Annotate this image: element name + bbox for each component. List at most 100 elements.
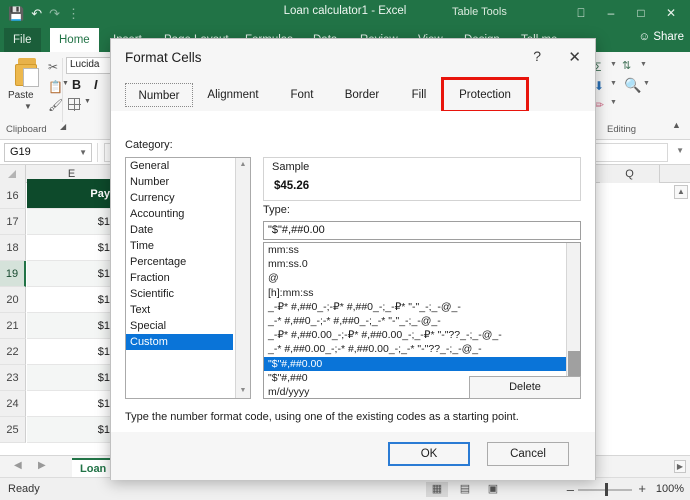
share-button[interactable]: ☺ Share [638, 31, 684, 43]
minimize-icon[interactable]: – [596, 3, 626, 23]
row-header-19[interactable]: 19 [0, 261, 26, 287]
zoom-out-button[interactable]: – [567, 482, 574, 497]
find-select-icon[interactable]: 🔍 [624, 77, 641, 94]
close-icon[interactable]: ✕ [656, 3, 686, 23]
cut-icon[interactable]: ✂ [48, 60, 58, 74]
ok-button[interactable]: OK [388, 442, 470, 466]
sort-filter-icon[interactable]: ⇅ [622, 59, 631, 72]
next-sheet-icon[interactable]: ▶ [38, 460, 46, 471]
bold-button[interactable]: B [72, 78, 81, 92]
name-box[interactable]: G19 ▼ [4, 143, 92, 162]
category-item-general[interactable]: General [126, 158, 250, 174]
type-item-1[interactable]: mm:ss.0 [264, 257, 580, 271]
zoom-in-button[interactable]: + [638, 481, 646, 496]
close-icon[interactable]: ✕ [568, 48, 581, 66]
cell-e22[interactable]: $1 [27, 339, 117, 365]
category-item-text[interactable]: Text [126, 302, 250, 318]
delete-button[interactable]: Delete [469, 376, 581, 399]
tab-number[interactable]: Number [125, 83, 193, 107]
window-controls[interactable]: ⎕ – □ ✕ [566, 3, 686, 23]
category-list-scrollbar[interactable]: ▲ ▼ [235, 158, 250, 398]
type-item-5[interactable]: _-* #,##0_-;-* #,##0_-;_-* "-"_-;_-@_- [264, 314, 580, 328]
page-layout-view-icon[interactable]: ▤ [454, 482, 476, 497]
ribbon-tab-file[interactable]: File [4, 28, 41, 52]
horizontal-scroll-right-button[interactable]: ▶ [674, 460, 686, 473]
category-scroll-up-icon[interactable]: ▲ [236, 158, 250, 172]
cell-e17[interactable]: $1 [27, 209, 117, 235]
paste-button-label[interactable]: Paste [8, 90, 34, 101]
help-icon[interactable]: ? [533, 48, 541, 64]
cell-e25[interactable]: $1 [27, 417, 117, 443]
column-header-q[interactable]: Q [600, 165, 660, 183]
category-item-number[interactable]: Number [126, 174, 250, 190]
tab-border[interactable]: Border [333, 83, 391, 107]
category-item-scientific[interactable]: Scientific [126, 286, 250, 302]
maximize-icon[interactable]: □ [626, 3, 656, 23]
zoom-level-label[interactable]: 100% [656, 483, 684, 495]
tab-fill[interactable]: Fill [397, 83, 441, 107]
row-header-17[interactable]: 17 [0, 209, 26, 235]
type-item-2[interactable]: @ [264, 271, 580, 285]
category-item-accounting[interactable]: Accounting [126, 206, 250, 222]
italic-button[interactable]: I [94, 78, 97, 92]
sheet-tab-loan[interactable]: Loan [72, 458, 114, 478]
cell-e21[interactable]: $1 [27, 313, 117, 339]
row-header-23[interactable]: 23 [0, 365, 26, 391]
copy-icon[interactable]: 📋 [48, 80, 63, 94]
row-header-18[interactable]: 18 [0, 235, 26, 261]
category-list[interactable]: General Number Currency Accounting Date … [125, 157, 251, 399]
type-item-0[interactable]: mm:ss [264, 243, 580, 257]
collapse-ribbon-icon[interactable]: ▲ [672, 120, 681, 130]
cell-e24[interactable]: $1 [27, 391, 117, 417]
copy-dropdown-icon[interactable]: ▼ [62, 80, 69, 87]
category-item-time[interactable]: Time [126, 238, 250, 254]
type-item-4[interactable]: _-₽* #,##0_-;-₽* #,##0_-;_-₽* "-"_-;_-@_… [264, 300, 580, 314]
clear-dropdown-icon[interactable]: ▼ [610, 99, 617, 106]
type-item-8[interactable]: "$"#,##0.00 [264, 357, 566, 371]
type-item-7[interactable]: _-* #,##0.00_-;-* #,##0.00_-;_-* "-"??_-… [264, 342, 580, 356]
format-painter-icon[interactable]: 🖌 [48, 98, 63, 112]
category-item-percentage[interactable]: Percentage [126, 254, 250, 270]
autosum-dropdown-icon[interactable]: ▼ [610, 61, 617, 68]
ribbon-tab-home[interactable]: Home [50, 28, 99, 52]
category-item-date[interactable]: Date [126, 222, 250, 238]
cell-e23[interactable]: $1 [27, 365, 117, 391]
page-break-view-icon[interactable]: ▣ [482, 482, 504, 497]
row-header-24[interactable]: 24 [0, 391, 26, 417]
cell-e20[interactable]: $1 [27, 287, 117, 313]
category-item-currency[interactable]: Currency [126, 190, 250, 206]
normal-view-icon[interactable]: ▦ [426, 482, 448, 497]
type-input[interactable]: "$"#,##0.00 [263, 221, 581, 240]
cell-e18[interactable]: $1 [27, 235, 117, 261]
type-item-3[interactable]: [h]:mm:ss [264, 286, 580, 300]
paste-dropdown-icon[interactable]: ▼ [24, 102, 32, 111]
previous-sheet-icon[interactable]: ◀ [14, 460, 22, 471]
cancel-button[interactable]: Cancel [487, 442, 569, 466]
name-box-dropdown-icon[interactable]: ▼ [79, 144, 87, 161]
type-item-6[interactable]: _-₽* #,##0.00_-;-₽* #,##0.00_-;_-₽* "-"?… [264, 328, 580, 342]
type-list-scrollbar[interactable] [566, 243, 580, 398]
select-all-corner[interactable] [0, 165, 26, 183]
borders-dropdown-icon[interactable]: ▼ [84, 98, 91, 105]
row-header-16[interactable]: 16 [0, 183, 26, 209]
clipboard-dialog-launcher-icon[interactable]: ◢ [60, 122, 66, 131]
font-name-input[interactable]: Lucida [66, 57, 112, 74]
row-header-25[interactable]: 25 [0, 417, 26, 443]
category-item-custom[interactable]: Custom [126, 334, 233, 350]
row-header-20[interactable]: 20 [0, 287, 26, 313]
ribbon-display-options-icon[interactable]: ⎕ [566, 3, 596, 23]
paste-icon[interactable] [14, 58, 42, 88]
fill-dropdown-icon[interactable]: ▼ [610, 80, 617, 87]
row-header-21[interactable]: 21 [0, 313, 26, 339]
category-item-special[interactable]: Special [126, 318, 250, 334]
cell-e16[interactable]: Pay [27, 179, 117, 209]
row-header-22[interactable]: 22 [0, 339, 26, 365]
zoom-slider-thumb[interactable] [605, 483, 608, 496]
find-dropdown-icon[interactable]: ▼ [643, 80, 650, 87]
cell-e19[interactable]: $1 [27, 261, 117, 287]
expand-formula-bar-icon[interactable]: ▼ [676, 146, 684, 155]
vertical-scroll-up-button[interactable]: ▲ [674, 185, 688, 199]
category-item-fraction[interactable]: Fraction [126, 270, 250, 286]
tab-alignment[interactable]: Alignment [197, 83, 269, 107]
category-scroll-down-icon[interactable]: ▼ [236, 384, 250, 398]
